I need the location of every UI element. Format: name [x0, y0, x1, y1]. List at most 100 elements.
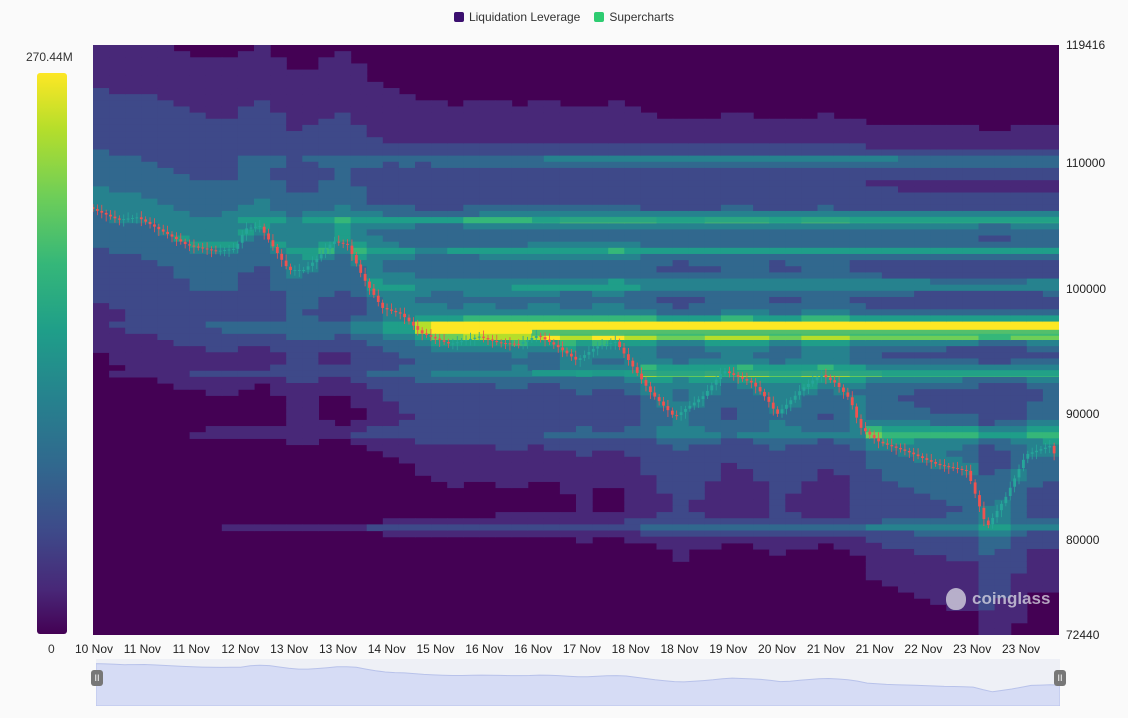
heatmap-cell [801, 247, 819, 255]
heatmap-cell [398, 401, 416, 409]
liquidation-heatmap[interactable] [93, 45, 1059, 635]
heatmap-cell [801, 444, 819, 452]
liquidation-level-band [532, 370, 1059, 377]
heatmap-cell [205, 137, 223, 144]
y-tick-label: 80000 [1066, 533, 1100, 548]
heatmap-cell [978, 555, 996, 562]
heatmap-cell [978, 573, 996, 581]
heatmap-cell [431, 518, 448, 525]
heatmap-cell [559, 303, 577, 310]
navigator-right-handle[interactable]: II [1054, 670, 1066, 686]
heatmap-cell [720, 469, 738, 476]
heatmap-cell [720, 487, 738, 495]
heatmap-cell [350, 419, 368, 427]
heatmap-cell [849, 229, 867, 237]
heatmap-cell [640, 180, 658, 187]
heatmap-cell [576, 505, 593, 513]
heatmap-cell [978, 143, 996, 151]
legend-item-liquidation-leverage[interactable]: Liquidation Leverage [453, 10, 580, 24]
heatmap-cell [286, 235, 303, 243]
heatmap-cell [978, 167, 996, 175]
heatmap-cell [865, 401, 883, 409]
heatmap-cell [624, 389, 641, 396]
legend-item-supercharts[interactable]: Supercharts [594, 10, 674, 24]
heatmap-cell [1042, 161, 1059, 169]
price-candle [872, 434, 876, 439]
heatmap-cell [849, 161, 867, 169]
heatmap-cell [318, 63, 336, 71]
heatmap-cell [495, 469, 513, 476]
heatmap-cell [559, 192, 577, 200]
heatmap-cell [350, 229, 368, 237]
heatmap-cell [511, 186, 529, 194]
heatmap-cell [608, 229, 625, 237]
heatmap-cell [849, 469, 867, 476]
heatmap-cell [898, 469, 915, 476]
heatmap-cell [1010, 137, 1028, 144]
heatmap-cell [221, 143, 239, 151]
heatmap-cell [286, 364, 303, 372]
heatmap-cell [737, 352, 754, 360]
heatmap-cell [817, 487, 835, 495]
heatmap-cell [704, 518, 722, 525]
heatmap-cell [221, 167, 239, 175]
heatmap-cell [624, 315, 641, 323]
heatmap-cell [221, 340, 239, 347]
heatmap-cell [527, 143, 545, 151]
heatmap-cell [898, 505, 915, 513]
heatmap-cell [576, 266, 593, 273]
heatmap-cell [994, 131, 1012, 138]
heatmap-cell [237, 167, 255, 175]
heatmap-cell [1042, 290, 1059, 298]
heatmap-cell [865, 481, 883, 489]
heatmap-cell [720, 475, 738, 482]
heatmap-cell [447, 247, 464, 255]
heatmap-cell [318, 315, 336, 323]
heatmap-cell [415, 198, 432, 206]
heatmap-cell [543, 223, 561, 230]
heatmap-cell [592, 235, 609, 243]
heatmap-cell [431, 376, 448, 384]
heatmap-cell [688, 444, 706, 452]
heatmap-cell [270, 352, 287, 360]
heatmap-cell [221, 204, 239, 212]
navigator-left-handle[interactable]: II [91, 670, 103, 686]
heatmap-cell [93, 340, 110, 347]
heatmap-cell [447, 309, 464, 317]
heatmap-cell [865, 573, 883, 581]
heatmap-cell [318, 266, 336, 273]
heatmap-cell [334, 155, 352, 163]
heatmap-cell [962, 548, 980, 556]
x-tick-label: 15 Nov [416, 642, 455, 656]
heatmap-cell [640, 253, 658, 261]
heatmap-cell [447, 407, 464, 415]
heatmap-cell [817, 266, 835, 273]
heatmap-cell [398, 143, 416, 151]
price-candle [806, 383, 810, 387]
heatmap-cell [914, 383, 931, 390]
y-tick-label: 110000 [1066, 156, 1106, 171]
price-candle [113, 216, 117, 219]
heatmap-cell [479, 106, 497, 114]
heatmap-cell [270, 383, 287, 390]
heatmap-cell [898, 542, 915, 550]
heatmap-cell [302, 161, 319, 169]
heatmap-cell [801, 340, 819, 347]
heatmap-cell [366, 333, 384, 341]
heatmap-cell [302, 247, 319, 255]
heatmap-cell [769, 438, 786, 446]
heatmap-cell [495, 266, 513, 273]
heatmap-cell [109, 260, 126, 267]
range-navigator[interactable] [95, 659, 1061, 707]
heatmap-cell [511, 174, 529, 181]
heatmap-cell [672, 229, 690, 237]
heatmap-cell [930, 493, 947, 501]
heatmap-cell [205, 223, 223, 230]
liquidation-level-band [532, 216, 1059, 223]
heatmap-cell [592, 512, 609, 519]
heatmap-cell [704, 131, 722, 138]
price-candle [741, 377, 744, 379]
price-candle [394, 310, 398, 313]
heatmap-cell [382, 118, 400, 126]
heatmap-cell [447, 272, 464, 280]
